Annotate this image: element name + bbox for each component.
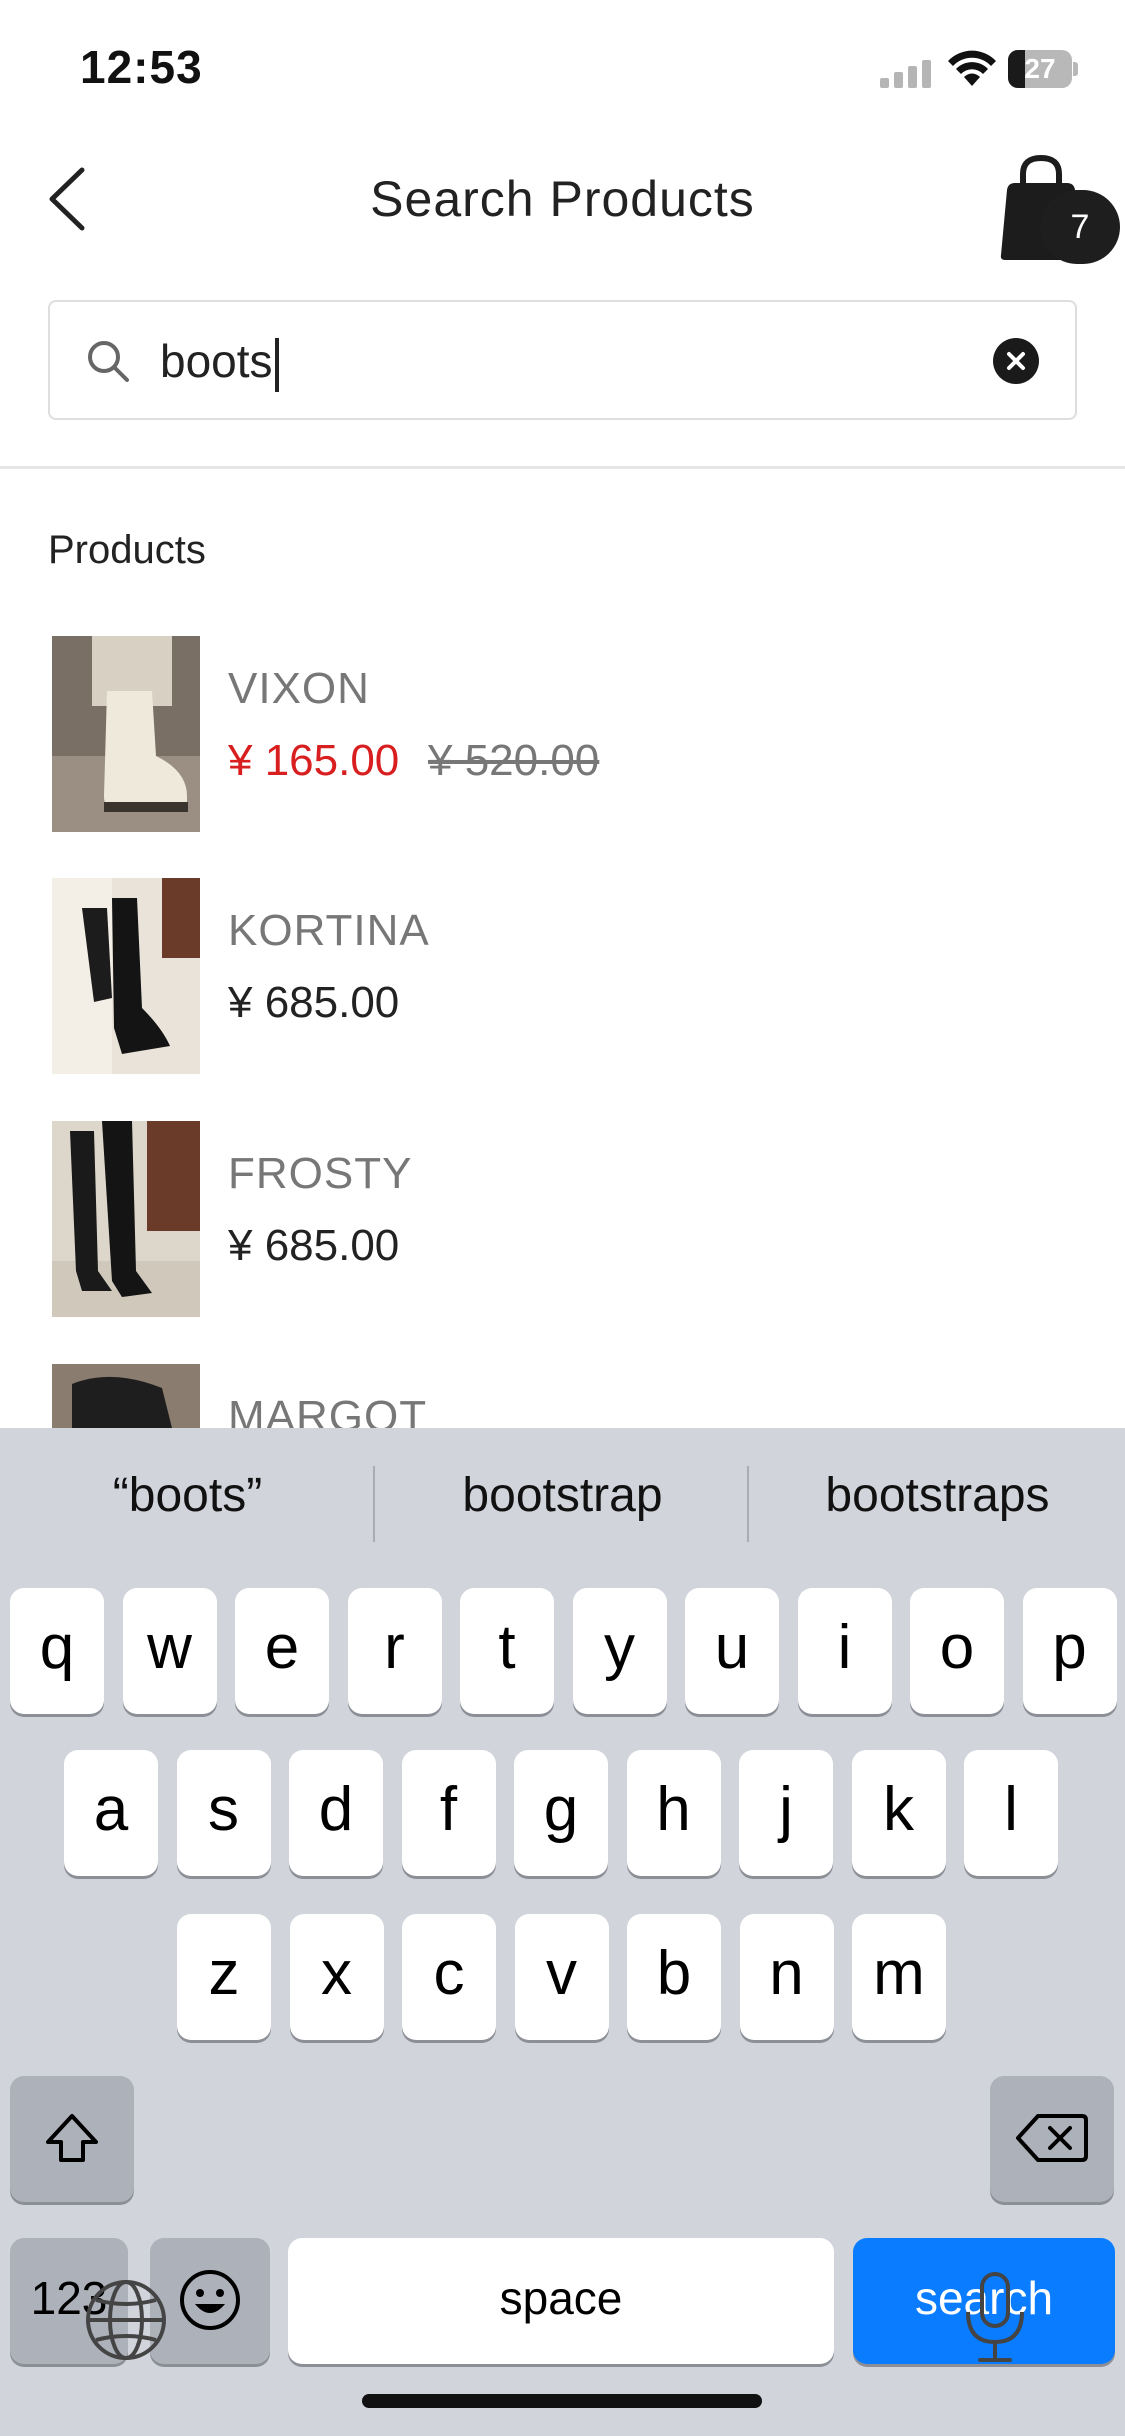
key-i[interactable]: i <box>797 1588 892 1714</box>
key-n[interactable]: n <box>739 1914 834 2040</box>
emoji-icon <box>180 2270 240 2330</box>
search-input-value: boots <box>160 335 273 387</box>
space-key[interactable]: space <box>288 2238 834 2364</box>
product-thumbnail <box>52 636 200 832</box>
search-icon <box>88 341 129 382</box>
microphone-icon[interactable] <box>960 2270 1030 2364</box>
status-bar: 12:53 27 <box>0 0 1125 130</box>
products-section-title: Products <box>48 528 206 572</box>
key-e[interactable]: e <box>235 1588 329 1714</box>
product-name: KORTINA <box>228 906 430 955</box>
key-o[interactable]: o <box>910 1588 1004 1714</box>
key-m[interactable]: m <box>852 1914 946 2040</box>
backspace-icon <box>1016 2114 1088 2162</box>
key-v[interactable]: v <box>514 1914 609 2040</box>
shift-key[interactable] <box>10 2076 134 2202</box>
page-title: Search Products <box>370 171 755 227</box>
key-w[interactable]: w <box>122 1588 217 1714</box>
key-c[interactable]: c <box>402 1914 496 2040</box>
key-y[interactable]: y <box>572 1588 667 1714</box>
product-original-price: ¥ 520.00 <box>428 736 600 785</box>
key-q[interactable]: q <box>10 1588 104 1714</box>
suggestion-item[interactable]: bootstrap <box>375 1468 750 1523</box>
key-p[interactable]: p <box>1022 1588 1117 1714</box>
key-b[interactable]: b <box>627 1914 721 2040</box>
product-thumbnail <box>52 878 200 1074</box>
product-name: FROSTY <box>228 1149 413 1198</box>
emoji-key[interactable] <box>150 2238 270 2364</box>
delete-key[interactable] <box>990 2076 1114 2202</box>
clear-search-button[interactable] <box>993 338 1039 384</box>
key-u[interactable]: u <box>685 1588 779 1714</box>
globe-icon[interactable] <box>84 2278 168 2362</box>
shift-icon <box>46 2114 98 2162</box>
product-item[interactable]: VIXON ¥ 165.00 ¥ 520.00 <box>0 636 1125 836</box>
key-l[interactable]: l <box>964 1750 1058 1876</box>
product-item[interactable]: FROSTY ¥ 685.00 <box>0 1121 1125 1321</box>
text-cursor <box>274 337 279 392</box>
key-x[interactable]: x <box>289 1914 384 2040</box>
key-z[interactable]: z <box>177 1914 271 2040</box>
header: Search Products <box>0 130 1125 270</box>
key-d[interactable]: d <box>289 1750 383 1876</box>
product-item[interactable]: KORTINA ¥ 685.00 <box>0 878 1125 1078</box>
key-k[interactable]: k <box>851 1750 946 1876</box>
battery-level: 27 <box>1024 53 1056 84</box>
key-t[interactable]: t <box>460 1588 554 1714</box>
product-sale-price: ¥ 165.00 <box>228 736 400 785</box>
key-a[interactable]: a <box>64 1750 158 1876</box>
status-time: 12:53 <box>80 41 203 93</box>
product-price: ¥ 685.00 <box>228 978 400 1027</box>
cart-count-badge[interactable]: 7 <box>1040 190 1120 264</box>
cellular-signal-icon <box>880 60 931 88</box>
product-thumbnail <box>52 1121 200 1317</box>
key-g[interactable]: g <box>514 1750 608 1876</box>
key-r[interactable]: r <box>347 1588 442 1714</box>
suggestion-divider <box>747 1466 749 1542</box>
key-s[interactable]: s <box>176 1750 271 1876</box>
home-indicator <box>362 2394 762 2408</box>
keyboard: “boots” bootstrap bootstraps 123 space s… <box>0 1428 1125 2436</box>
product-name: VIXON <box>228 664 370 713</box>
wifi-icon <box>948 50 996 86</box>
product-thumbnail <box>52 1364 200 1428</box>
search-bar[interactable]: boots <box>48 300 1077 420</box>
close-icon <box>1007 352 1025 370</box>
search-input[interactable]: boots <box>160 328 960 394</box>
header-divider <box>0 466 1125 469</box>
suggestion-item[interactable]: bootstraps <box>750 1468 1125 1523</box>
battery-icon: 27 <box>1008 50 1078 88</box>
key-f[interactable]: f <box>401 1750 496 1876</box>
key-j[interactable]: j <box>739 1750 833 1876</box>
keyboard-suggestions: “boots” bootstrap bootstraps <box>0 1428 1125 1578</box>
key-h[interactable]: h <box>626 1750 721 1876</box>
product-price: ¥ 685.00 <box>228 1221 400 1270</box>
suggestion-item[interactable]: “boots” <box>0 1468 375 1523</box>
